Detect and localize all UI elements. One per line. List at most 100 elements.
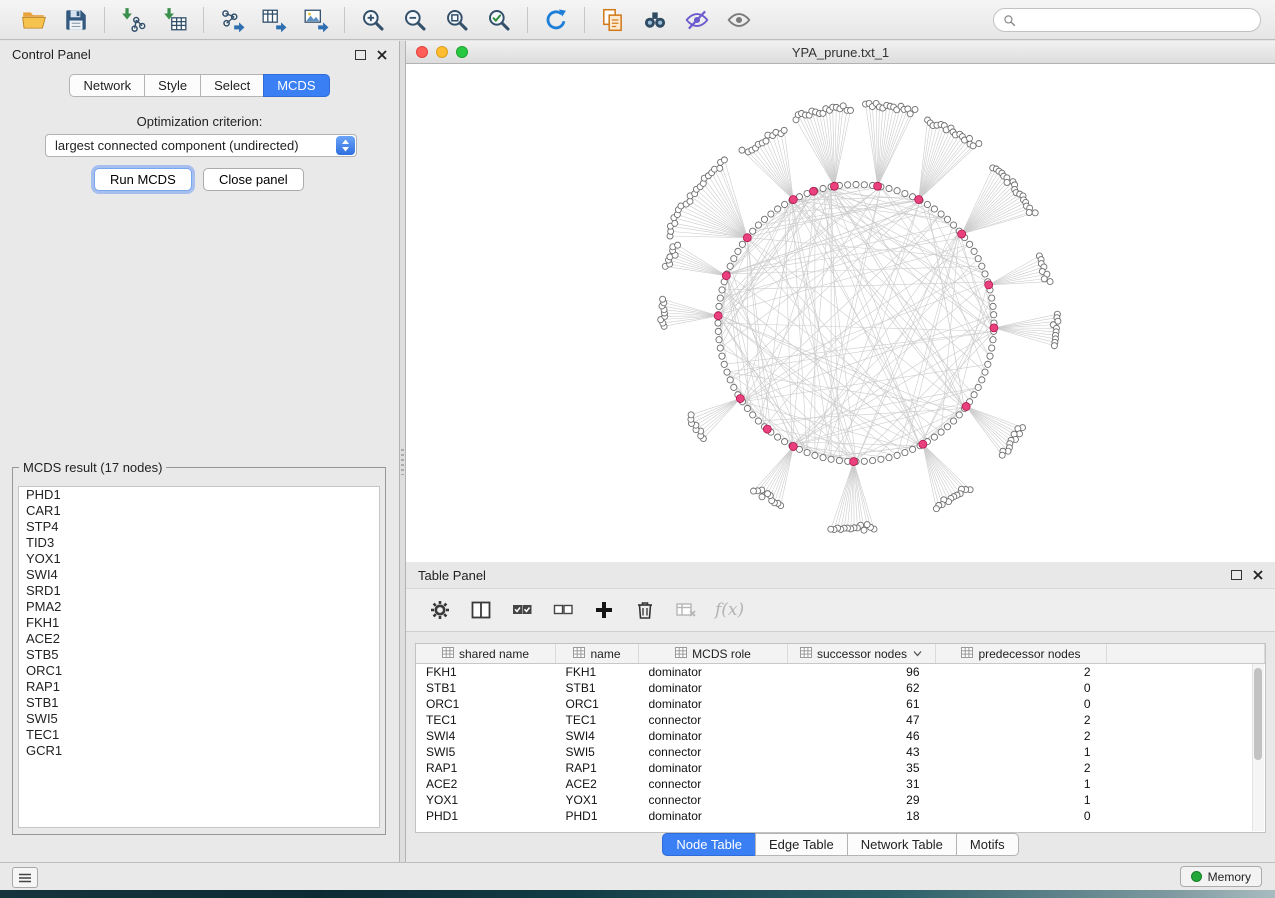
cell-successor-nodes[interactable]: 18 <box>788 808 936 824</box>
cell-MCDS-role[interactable]: dominator <box>639 728 788 744</box>
tab-motifs[interactable]: Motifs <box>956 833 1019 856</box>
table-row[interactable]: FKH1FKH1dominator962 <box>416 664 1265 681</box>
table-row[interactable]: RAP1RAP1dominator352 <box>416 760 1265 776</box>
select-all-icon[interactable] <box>508 596 536 624</box>
cell-shared-name[interactable]: SWI5 <box>416 744 556 760</box>
cell-successor-nodes[interactable]: 62 <box>788 680 936 696</box>
tab-select[interactable]: Select <box>200 74 264 97</box>
cell-shared-name[interactable]: PHD1 <box>416 808 556 824</box>
search-box[interactable] <box>993 8 1261 32</box>
float-panel-icon[interactable] <box>355 50 366 60</box>
delete-row-icon[interactable] <box>631 596 659 624</box>
mcds-result-item[interactable]: STB5 <box>19 647 379 663</box>
cell-MCDS-role[interactable]: dominator <box>639 696 788 712</box>
table-row[interactable]: SWI4SWI4dominator462 <box>416 728 1265 744</box>
mcds-result-item[interactable]: ORC1 <box>19 663 379 679</box>
mcds-result-item[interactable]: STB1 <box>19 695 379 711</box>
mcds-result-item[interactable]: PHD1 <box>19 487 379 503</box>
window-zoom-icon[interactable] <box>456 46 468 58</box>
binoculars-icon[interactable] <box>636 4 674 36</box>
settings-gear-icon[interactable] <box>426 596 454 624</box>
eye-icon[interactable] <box>720 4 758 36</box>
window-minimize-icon[interactable] <box>436 46 448 58</box>
close-panel-icon[interactable] <box>377 50 387 60</box>
cell-name[interactable]: SWI5 <box>556 744 639 760</box>
mcds-result-item[interactable]: STP4 <box>19 519 379 535</box>
table-row[interactable]: YOX1YOX1connector291 <box>416 792 1265 808</box>
mcds-result-item[interactable]: FKH1 <box>19 615 379 631</box>
cell-predecessor-nodes[interactable]: 2 <box>936 664 1107 681</box>
cell-predecessor-nodes[interactable]: 0 <box>936 696 1107 712</box>
window-close-icon[interactable] <box>416 46 428 58</box>
import-network-icon[interactable] <box>114 4 152 36</box>
cell-predecessor-nodes[interactable]: 1 <box>936 744 1107 760</box>
table-row[interactable]: STB1STB1dominator620 <box>416 680 1265 696</box>
open-folder-icon[interactable] <box>15 4 53 36</box>
tab-mcds[interactable]: MCDS <box>263 74 329 97</box>
zoom-out-icon[interactable] <box>396 4 434 36</box>
network-canvas[interactable] <box>406 64 1273 561</box>
table-scrollbar-thumb[interactable] <box>1254 668 1262 760</box>
column-header-name[interactable]: name <box>556 644 639 664</box>
cell-name[interactable]: PHD1 <box>556 808 639 824</box>
mcds-result-item[interactable]: CAR1 <box>19 503 379 519</box>
export-network-icon[interactable] <box>213 4 251 36</box>
mcds-result-item[interactable]: TID3 <box>19 535 379 551</box>
table-row[interactable]: ACE2ACE2connector311 <box>416 776 1265 792</box>
tab-style[interactable]: Style <box>144 74 201 97</box>
cell-predecessor-nodes[interactable]: 1 <box>936 792 1107 808</box>
cell-successor-nodes[interactable]: 96 <box>788 664 936 681</box>
cell-predecessor-nodes[interactable]: 2 <box>936 728 1107 744</box>
cell-name[interactable]: YOX1 <box>556 792 639 808</box>
cell-successor-nodes[interactable]: 43 <box>788 744 936 760</box>
cell-successor-nodes[interactable]: 31 <box>788 776 936 792</box>
table-row[interactable]: ORC1ORC1dominator610 <box>416 696 1265 712</box>
column-header-shared-name[interactable]: shared name <box>416 644 556 664</box>
column-header-predecessor-nodes[interactable]: predecessor nodes <box>936 644 1107 664</box>
mcds-result-item[interactable]: SWI4 <box>19 567 379 583</box>
criterion-dropdown[interactable]: largest connected component (undirected) <box>45 134 357 157</box>
cell-shared-name[interactable]: STB1 <box>416 680 556 696</box>
add-row-icon[interactable] <box>590 596 618 624</box>
cell-name[interactable]: ACE2 <box>556 776 639 792</box>
network-window-titlebar[interactable]: YPA_prune.txt_1 <box>406 41 1275 64</box>
cell-shared-name[interactable]: SWI4 <box>416 728 556 744</box>
cell-MCDS-role[interactable]: connector <box>639 712 788 728</box>
cell-name[interactable]: STB1 <box>556 680 639 696</box>
search-input[interactable] <box>1022 12 1251 28</box>
close-table-panel-icon[interactable] <box>1253 570 1263 580</box>
mcds-result-item[interactable]: YOX1 <box>19 551 379 567</box>
cell-name[interactable]: TEC1 <box>556 712 639 728</box>
table-row[interactable]: PHD1PHD1dominator180 <box>416 808 1265 824</box>
export-table-icon[interactable] <box>255 4 293 36</box>
toggle-columns-icon[interactable] <box>467 596 495 624</box>
cell-shared-name[interactable]: RAP1 <box>416 760 556 776</box>
mcds-result-item[interactable]: GCR1 <box>19 743 379 759</box>
column-header-successor-nodes[interactable]: successor nodes <box>788 644 936 664</box>
cell-shared-name[interactable]: FKH1 <box>416 664 556 681</box>
mcds-result-item[interactable]: RAP1 <box>19 679 379 695</box>
tab-network[interactable]: Network <box>69 74 145 97</box>
zoom-fit-icon[interactable] <box>438 4 476 36</box>
cell-predecessor-nodes[interactable]: 1 <box>936 776 1107 792</box>
cell-predecessor-nodes[interactable]: 2 <box>936 760 1107 776</box>
close-panel-button[interactable]: Close panel <box>203 168 304 191</box>
table-scrollbar[interactable] <box>1252 664 1264 831</box>
import-table-icon[interactable] <box>156 4 194 36</box>
eye-slash-icon[interactable] <box>678 4 716 36</box>
cell-MCDS-role[interactable]: dominator <box>639 808 788 824</box>
mcds-result-item[interactable]: ACE2 <box>19 631 379 647</box>
mcds-result-list[interactable]: PHD1CAR1STP4TID3YOX1SWI4SRD1PMA2FKH1ACE2… <box>18 486 380 828</box>
mcds-result-item[interactable]: SRD1 <box>19 583 379 599</box>
memory-button[interactable]: Memory <box>1180 866 1262 887</box>
cell-predecessor-nodes[interactable]: 0 <box>936 808 1107 824</box>
cell-name[interactable]: RAP1 <box>556 760 639 776</box>
zoom-in-icon[interactable] <box>354 4 392 36</box>
zoom-selected-icon[interactable] <box>480 4 518 36</box>
menu-button[interactable] <box>12 867 38 888</box>
cell-successor-nodes[interactable]: 35 <box>788 760 936 776</box>
cell-MCDS-role[interactable]: dominator <box>639 680 788 696</box>
save-icon[interactable] <box>57 4 95 36</box>
cell-successor-nodes[interactable]: 46 <box>788 728 936 744</box>
column-header-MCDS-role[interactable]: MCDS role <box>639 644 788 664</box>
